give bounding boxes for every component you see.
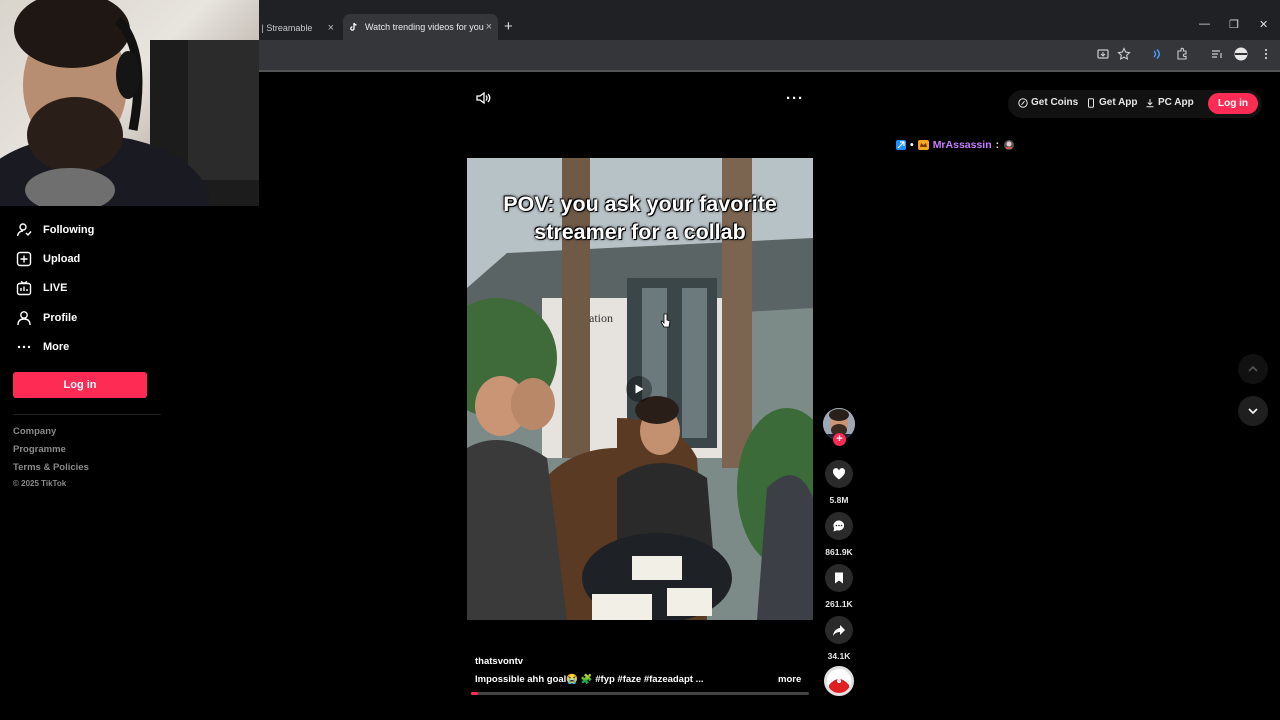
phone-icon <box>1088 97 1094 108</box>
volume-icon[interactable] <box>475 90 491 106</box>
browser-menu-icon[interactable] <box>1259 47 1273 61</box>
footer-link-programme[interactable]: Programme <box>13 444 66 455</box>
sidebar-item-profile[interactable]: Profile <box>16 307 77 329</box>
tab-label: Watch trending videos for you <box>365 22 484 32</box>
bookmark-icon <box>835 572 843 584</box>
share-count: 34.1K <box>827 651 851 661</box>
get-app-button[interactable]: Get App <box>1086 97 1138 108</box>
sidebar-item-label: Following <box>43 224 95 236</box>
video-caption: POV: you ask your favorite streamer for … <box>503 192 777 244</box>
coin-icon <box>1018 97 1028 108</box>
following-icon <box>16 223 32 237</box>
streamer-webcam-image <box>0 0 259 206</box>
description-more-link[interactable]: more <box>778 674 801 685</box>
new-tab-button[interactable]: + <box>504 18 513 35</box>
webcam-overlay <box>0 0 259 206</box>
tab-close-icon[interactable]: × <box>486 21 492 33</box>
more-options-button[interactable]: ··· <box>786 90 804 107</box>
sidebar-item-label: Profile <box>43 312 78 324</box>
share-button[interactable] <box>825 616 853 644</box>
play-icon[interactable] <box>626 376 652 402</box>
footer-link-terms[interactable]: Terms & Policies <box>13 462 89 473</box>
video-description: Impossible ahh goal😭 🧩 #fyp #faze #fazea… <box>475 674 704 685</box>
restore-button[interactable]: ❐ <box>1229 18 1239 31</box>
sticker-icon <box>1004 140 1015 150</box>
heart-icon <box>832 468 846 480</box>
sidebar-item-label: Upload <box>43 253 81 265</box>
save-count: 261.1K <box>825 599 853 609</box>
like-count: 5.8M <box>829 495 849 505</box>
extensions-puzzle-icon[interactable] <box>1175 47 1189 61</box>
profile-avatar-icon[interactable] <box>1234 47 1248 61</box>
get-coins-label: Get Coins <box>1031 97 1079 108</box>
upload-icon <box>16 251 32 267</box>
video-player[interactable]: ation POV: you ask your favorite streame… <box>467 158 813 620</box>
next-video-button[interactable] <box>1238 396 1268 426</box>
profile-icon <box>17 311 31 326</box>
get-app-label: Get App <box>1099 97 1138 108</box>
header-login-button[interactable]: Log in <box>1208 93 1258 114</box>
copyright-text: © 2025 TikTok <box>13 479 67 488</box>
sidebar-item-upload[interactable]: Upload <box>16 248 80 270</box>
live-icon <box>16 280 32 296</box>
bookmark-star-icon[interactable] <box>1117 47 1131 61</box>
tab-streamable[interactable]: h | Streamable × <box>254 16 340 40</box>
footer-link-company[interactable]: Company <box>13 426 56 437</box>
extension-audio-icon[interactable] <box>1150 47 1164 61</box>
more-icon <box>17 345 31 349</box>
tab-close-icon[interactable]: × <box>328 22 334 34</box>
save-button[interactable] <box>825 564 853 592</box>
music-disc-icon[interactable] <box>824 666 854 696</box>
tiktok-favicon-icon <box>350 22 357 31</box>
crown-badge-icon <box>917 140 929 150</box>
tab-label: h | Streamable <box>254 23 313 33</box>
sidebar-item-following[interactable]: Following <box>16 219 94 241</box>
previous-video-button[interactable] <box>1238 354 1268 384</box>
tab-tiktok[interactable]: Watch trending videos for you × <box>343 14 498 40</box>
media-controls-icon[interactable] <box>1210 47 1224 61</box>
download-icon <box>1146 98 1154 107</box>
follow-button[interactable]: + <box>833 433 846 446</box>
chevron-down-icon <box>1248 408 1258 415</box>
sidebar-login-button[interactable]: Log in <box>13 372 147 398</box>
comment-colon: : <box>995 139 1000 151</box>
video-progress-fill <box>471 692 478 695</box>
comment-count: 861.9K <box>825 547 853 557</box>
minimize-button[interactable]: — <box>1199 18 1210 30</box>
sidebar-item-live[interactable]: LIVE <box>16 277 67 299</box>
sidebar-item-label: More <box>43 341 70 353</box>
comment-preview: • MrAssassin : <box>896 139 1015 151</box>
close-window-button[interactable]: ✕ <box>1259 18 1268 31</box>
sidebar-item-label: LIVE <box>43 282 68 294</box>
author-username[interactable]: thatsvontv <box>475 656 523 667</box>
get-coins-button[interactable]: Get Coins <box>1018 97 1078 108</box>
sidebar-item-more[interactable]: More <box>16 336 69 358</box>
comment-separator: • <box>910 139 914 151</box>
share-icon <box>833 625 845 636</box>
comment-button[interactable] <box>825 512 853 540</box>
storefront-sign: ation <box>589 311 613 325</box>
comment-icon <box>833 520 845 532</box>
chevron-up-icon <box>1248 365 1258 372</box>
install-app-icon[interactable] <box>1096 47 1110 61</box>
like-button[interactable] <box>825 460 853 488</box>
pc-app-button[interactable]: PC App <box>1145 97 1194 108</box>
badge-icon <box>896 140 906 150</box>
mouse-cursor-icon <box>660 313 671 328</box>
comment-username[interactable]: MrAssassin <box>933 139 992 151</box>
pc-app-label: PC App <box>1158 97 1194 108</box>
sidebar-divider <box>13 414 161 415</box>
video-progress-bar[interactable] <box>471 692 809 695</box>
